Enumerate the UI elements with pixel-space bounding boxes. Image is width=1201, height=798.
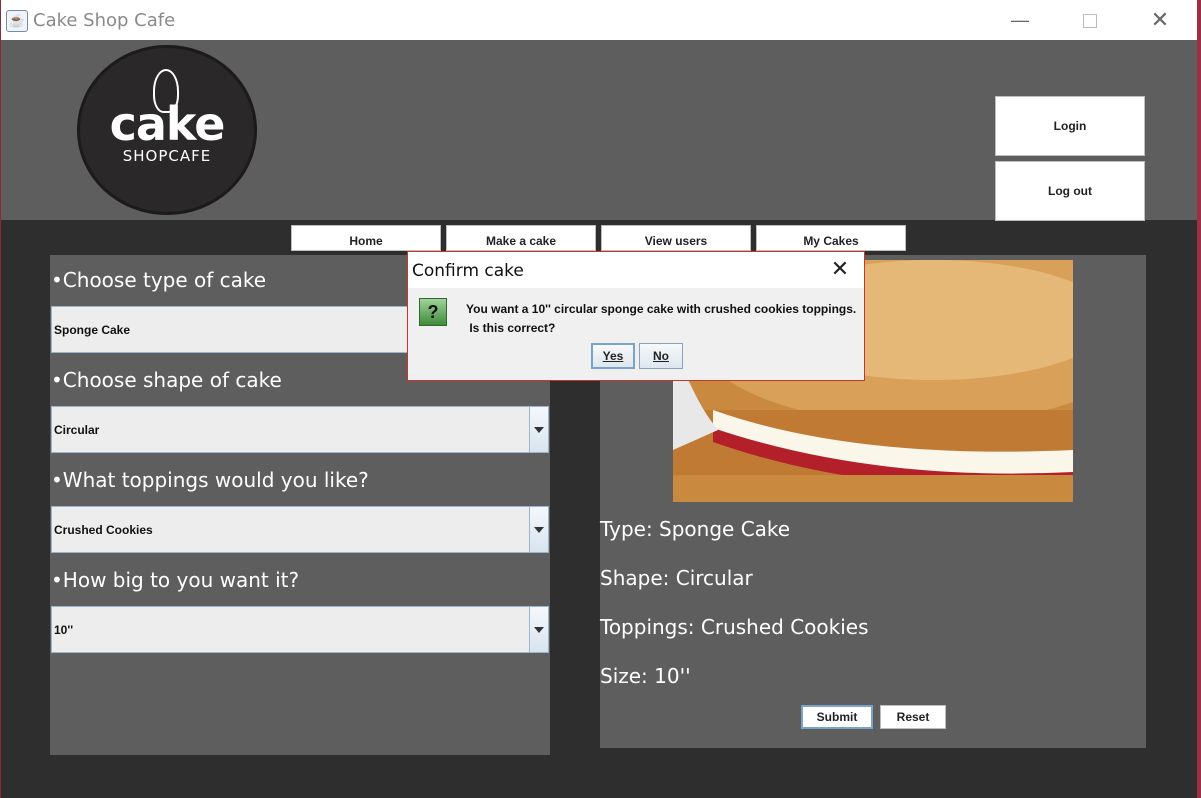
no-button-label: No [653,349,669,363]
shape-select[interactable]: Circular [51,406,549,453]
cake-shop-logo: cake SHOPCAFE [77,45,257,215]
nav-view-users-button[interactable]: View users [601,225,751,251]
size-select[interactable]: 10'' [51,606,549,653]
summary-type-text: Type: Sponge Cake [600,517,791,541]
minimize-button[interactable]: — [997,5,1043,35]
type-question-label: •Choose type of cake [51,268,267,292]
nav-home-button[interactable]: Home [291,225,441,251]
yes-button-label: Yes [602,349,624,363]
shape-select-value: Circular [54,423,100,437]
dialog-message-line1: You want a 10'' circular sponge cake wit… [466,302,857,316]
toppings-question-label: •What toppings would you like? [51,468,369,492]
close-window-button[interactable]: ✕ [1137,5,1183,35]
dialog-titlebar: Confirm cake ✕ [408,252,864,288]
type-select-value: Sponge Cake [54,323,131,337]
dialog-message-line2: Is this correct? [466,321,556,335]
window-titlebar: ☕ Cake Shop Cafe — ✕ [1,0,1197,40]
toppings-select[interactable]: Crushed Cookies [51,506,549,553]
yes-button[interactable]: Yes [591,343,635,369]
logo-text-shopcafe: SHOPCAFE [122,147,212,165]
size-select-value: 10'' [54,623,74,637]
window-title: Cake Shop Cafe [33,10,176,31]
summary-size-text: Size: 10'' [600,664,691,688]
size-question-label: •How big to you want it? [51,568,300,592]
summary-toppings-text: Toppings: Crushed Cookies [600,615,869,639]
dialog-title: Confirm cake [412,261,524,281]
summary-shape-text: Shape: Circular [600,566,753,590]
chevron-down-icon[interactable] [529,507,548,552]
no-button[interactable]: No [639,343,683,369]
header-bar: cake SHOPCAFE Login Log out [1,40,1197,221]
dialog-close-button[interactable]: ✕ [828,257,852,281]
submit-button[interactable]: Submit [801,705,873,729]
confirm-cake-dialog: Confirm cake ✕ ? You want a 10'' circula… [407,251,865,381]
logout-button[interactable]: Log out [995,161,1145,221]
chevron-down-icon[interactable] [529,607,548,652]
toppings-select-value: Crushed Cookies [54,523,153,537]
logo-text-cake: cake [109,97,226,151]
question-icon: ? [419,298,447,326]
app-window: ☕ Cake Shop Cafe — ✕ cake SHOPCAFE Login… [1,0,1197,798]
login-button[interactable]: Login [995,96,1145,156]
maximize-button[interactable] [1067,5,1113,35]
chevron-down-icon[interactable] [529,407,548,452]
dialog-message: You want a 10'' circular sponge cake wit… [466,300,856,338]
maximize-icon [1083,14,1097,29]
java-app-icon: ☕ [6,10,28,32]
nav-make-cake-button[interactable]: Make a cake [446,225,596,251]
shape-question-label: •Choose shape of cake [51,368,282,392]
nav-my-cakes-button[interactable]: My Cakes [756,225,906,251]
reset-button[interactable]: Reset [880,705,946,729]
